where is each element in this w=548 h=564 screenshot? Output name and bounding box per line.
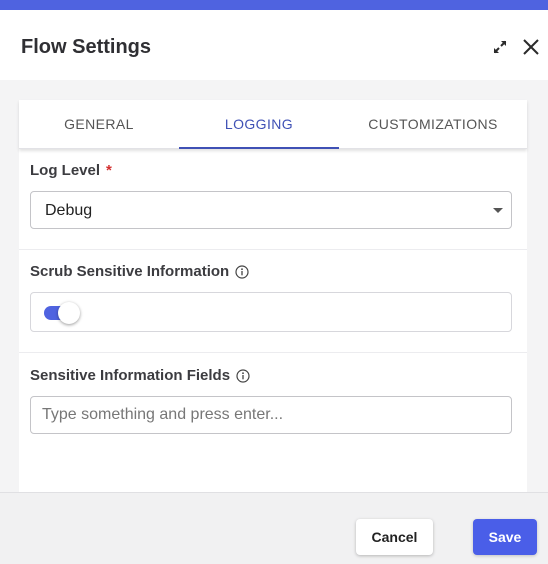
- tab-bar: GENERAL LOGGING CUSTOMIZATIONS: [19, 100, 527, 149]
- log-level-label: Log Level *: [30, 162, 112, 179]
- scrub-label-text: Scrub Sensitive Information: [30, 263, 230, 280]
- info-icon[interactable]: [236, 368, 250, 383]
- settings-card: GENERAL LOGGING CUSTOMIZATIONS Log Level…: [19, 100, 527, 492]
- info-icon[interactable]: [235, 264, 249, 279]
- log-level-value: Debug: [45, 202, 93, 219]
- tab-customizations[interactable]: CUSTOMIZATIONS: [339, 100, 527, 148]
- dialog-footer: Cancel Save: [0, 492, 548, 564]
- sensitive-fields-input[interactable]: [30, 396, 512, 434]
- tab-logging[interactable]: LOGGING: [179, 100, 339, 149]
- log-level-label-text: Log Level: [30, 162, 101, 179]
- dialog-title: Flow Settings: [21, 36, 151, 58]
- scrub-toggle-thumb[interactable]: [58, 302, 80, 324]
- sensitive-fields-label-text: Sensitive Information Fields: [30, 367, 231, 384]
- save-button[interactable]: Save: [473, 519, 537, 555]
- dialog-header: Flow Settings: [0, 10, 548, 80]
- cancel-button[interactable]: Cancel: [356, 519, 433, 555]
- scrub-label: Scrub Sensitive Information: [30, 263, 249, 280]
- required-marker: *: [106, 162, 112, 179]
- expand-icon[interactable]: [490, 37, 510, 57]
- scrub-toggle-container: [30, 292, 512, 332]
- log-level-select[interactable]: Debug: [30, 191, 512, 229]
- top-accent-bar: [0, 0, 548, 10]
- chevron-down-icon: [493, 208, 503, 213]
- section-divider: [19, 249, 527, 250]
- sensitive-fields-label: Sensitive Information Fields: [30, 367, 250, 384]
- close-icon[interactable]: [521, 37, 541, 57]
- dialog-content: GENERAL LOGGING CUSTOMIZATIONS Log Level…: [0, 80, 548, 492]
- section-divider: [19, 352, 527, 353]
- tab-general[interactable]: GENERAL: [19, 100, 179, 148]
